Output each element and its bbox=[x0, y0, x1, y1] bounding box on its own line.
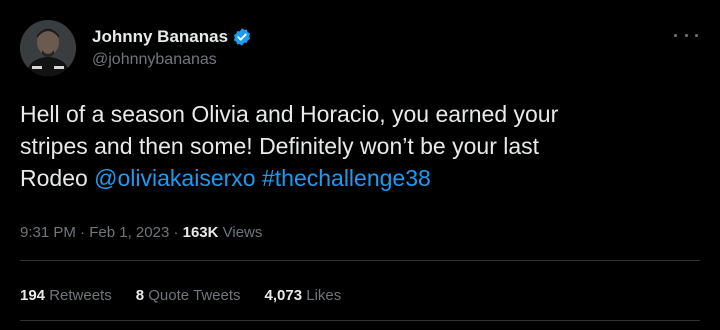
views-count: 163K bbox=[182, 224, 219, 241]
tweet-text-line: stripes and then some! Definitely won’t … bbox=[20, 133, 540, 159]
retweets-label: Retweets bbox=[45, 287, 112, 304]
mention-link[interactable]: @oliviakaiserxo bbox=[94, 165, 255, 191]
verified-badge-icon bbox=[232, 27, 252, 47]
quote-tweets-count: 8 bbox=[135, 287, 145, 304]
divider bbox=[20, 320, 700, 321]
hashtag-link[interactable]: #thechallenge38 bbox=[262, 165, 431, 191]
quote-tweets-stat[interactable]: 8 Quote Tweets bbox=[136, 287, 241, 304]
tweet-meta: 9:31 PM · Feb 1, 2023 · 163K Views bbox=[20, 224, 262, 241]
views-label: Views bbox=[218, 224, 263, 241]
tweet-card: Johnny Bananas @johnnybananas Hell of a … bbox=[0, 0, 720, 330]
dot bbox=[684, 33, 688, 37]
likes-label: Likes bbox=[302, 287, 342, 304]
retweets-stat[interactable]: 194 Retweets bbox=[20, 287, 112, 304]
display-name[interactable]: Johnny Bananas bbox=[92, 27, 228, 47]
dot bbox=[674, 33, 677, 37]
tweet-text-line: Rodeo @oliviakaiserxo #thechallenge38 bbox=[20, 162, 700, 194]
name-row: Johnny Bananas bbox=[92, 26, 252, 48]
user-handle[interactable]: @johnnybananas bbox=[92, 51, 252, 69]
likes-count: 4,073 bbox=[264, 287, 303, 304]
meta-separator: · bbox=[169, 224, 183, 241]
user-photo-icon bbox=[20, 20, 76, 76]
tweet-text: Hell of a season Olivia and Horacio, you… bbox=[20, 98, 700, 194]
likes-stat[interactable]: 4,073 Likes bbox=[265, 287, 342, 304]
quote-tweets-label: Quote Tweets bbox=[144, 287, 241, 304]
dot bbox=[695, 33, 698, 37]
tweet-text-fragment: Rodeo bbox=[20, 165, 95, 191]
engagement-stats: 194 Retweets 8 Quote Tweets 4,073 Likes bbox=[20, 287, 365, 304]
tweet-text-line: Hell of a season Olivia and Horacio, you… bbox=[20, 101, 559, 127]
more-options-icon[interactable] bbox=[674, 28, 698, 42]
meta-separator: · bbox=[75, 224, 90, 241]
tweet-date[interactable]: Feb 1, 2023 bbox=[89, 224, 169, 241]
user-info: Johnny Bananas @johnnybananas bbox=[92, 26, 252, 74]
retweets-count: 194 bbox=[20, 287, 46, 304]
divider bbox=[20, 260, 700, 261]
tweet-time[interactable]: 9:31 PM bbox=[20, 224, 76, 241]
avatar[interactable] bbox=[20, 20, 76, 76]
